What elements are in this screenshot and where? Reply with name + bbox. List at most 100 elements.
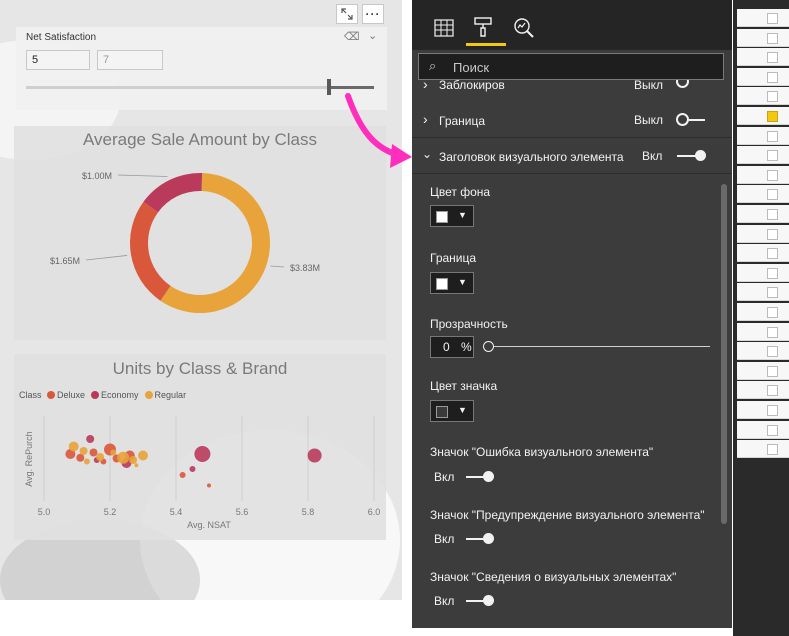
active-tab-indicator: [466, 43, 506, 46]
field-checkbox[interactable]: [767, 111, 778, 122]
field-checkbox[interactable]: [767, 248, 778, 260]
field-checkbox[interactable]: [767, 189, 778, 201]
section-visual-header[interactable]: ⌄ Заголовок визуального элемента Вкл: [412, 138, 732, 174]
field-checkbox[interactable]: [767, 150, 778, 162]
slicer-to-input[interactable]: 7: [103, 54, 109, 66]
field-checkbox[interactable]: [767, 444, 778, 456]
field-row[interactable]: [737, 263, 789, 282]
field-checkbox[interactable]: [767, 267, 778, 279]
field-row[interactable]: [737, 126, 789, 145]
scatter-point[interactable]: [86, 435, 95, 443]
scatter-point[interactable]: [207, 483, 211, 488]
field-row[interactable]: [737, 283, 789, 302]
field-checkbox[interactable]: [767, 365, 778, 377]
search-box[interactable]: ⌕ Поиск: [418, 53, 724, 80]
eraser-icon[interactable]: ⌫: [344, 30, 360, 43]
field-checkbox[interactable]: [767, 228, 778, 240]
search-input[interactable]: Поиск: [453, 60, 489, 75]
fields-icon[interactable]: [434, 18, 454, 43]
field-checkbox[interactable]: [767, 52, 778, 64]
scatter-point[interactable]: [134, 463, 139, 468]
transparency-slider-handle[interactable]: [483, 341, 494, 352]
warning-icon-toggle[interactable]: [483, 533, 494, 544]
field-row[interactable]: [737, 185, 789, 204]
field-row[interactable]: [737, 303, 789, 321]
field-row[interactable]: [737, 244, 789, 263]
analytics-icon[interactable]: [513, 17, 535, 44]
field-checkbox[interactable]: [767, 346, 778, 358]
scatter-point[interactable]: [129, 456, 138, 464]
section-lock[interactable]: › Заблокиров Выкл: [412, 80, 732, 102]
field-row[interactable]: [737, 48, 789, 67]
scatter-point[interactable]: [83, 458, 90, 465]
scatter-point[interactable]: [89, 448, 98, 457]
icon-color-picker[interactable]: ▼: [430, 400, 474, 422]
field-checkbox[interactable]: [767, 71, 778, 83]
transparency-input[interactable]: 0 %: [430, 336, 474, 358]
scatter-point[interactable]: [307, 448, 322, 463]
field-row[interactable]: [737, 401, 789, 419]
field-row[interactable]: [737, 322, 789, 341]
info-icon-toggle[interactable]: [483, 595, 494, 606]
field-row[interactable]: [737, 146, 789, 165]
lock-toggle[interactable]: [676, 80, 689, 88]
scatter-point[interactable]: [138, 450, 148, 461]
field-checkbox[interactable]: [767, 287, 778, 299]
scatter-point[interactable]: [179, 472, 186, 478]
scatter-point[interactable]: [79, 447, 88, 455]
field-checkbox[interactable]: [767, 405, 778, 416]
border-toggle[interactable]: [676, 113, 689, 126]
scatter-point[interactable]: [68, 441, 79, 452]
field-row[interactable]: [737, 9, 789, 27]
field-checkbox[interactable]: [767, 91, 778, 103]
field-row[interactable]: [737, 342, 789, 361]
transparency-slider-track[interactable]: [494, 346, 710, 347]
field-row[interactable]: [737, 107, 789, 125]
scatter-point[interactable]: [194, 446, 211, 462]
x-tick-label: 5.2: [104, 507, 117, 517]
chevron-down-icon[interactable]: ⌄: [368, 29, 377, 42]
field-row[interactable]: [737, 28, 789, 47]
slicer-track[interactable]: [26, 86, 374, 89]
field-row[interactable]: [737, 224, 789, 243]
section-lock-label: Заблокиров: [439, 80, 505, 92]
field-row[interactable]: [737, 205, 789, 223]
visual-header-toggle[interactable]: [695, 150, 706, 161]
field-checkbox[interactable]: [767, 32, 778, 44]
field-row[interactable]: [737, 440, 789, 459]
slicer-from-input[interactable]: 5: [32, 54, 38, 66]
field-checkbox[interactable]: [767, 209, 778, 220]
field-checkbox[interactable]: [767, 385, 778, 397]
format-paint-icon[interactable]: [473, 16, 493, 43]
field-row[interactable]: [737, 361, 789, 380]
scatter-point[interactable]: [117, 451, 130, 464]
scatter-point[interactable]: [96, 453, 105, 461]
transparency-label: Прозрачность: [430, 317, 508, 331]
error-icon-toggle[interactable]: [483, 471, 494, 482]
field-row[interactable]: [737, 165, 789, 184]
field-row[interactable]: [737, 67, 789, 86]
border-color-picker[interactable]: ▼: [430, 272, 474, 294]
focus-mode-icon[interactable]: [336, 4, 358, 24]
field-checkbox[interactable]: [767, 326, 778, 338]
field-checkbox[interactable]: [767, 307, 778, 318]
donut-slice[interactable]: [130, 201, 171, 301]
field-row[interactable]: [737, 87, 789, 106]
field-row[interactable]: [737, 381, 789, 400]
scatter-point[interactable]: [110, 449, 117, 456]
pane-scrollbar[interactable]: [721, 184, 727, 524]
scatter-visual[interactable]: Units by Class & Brand Class Deluxe Econo…: [14, 354, 386, 540]
scatter-point[interactable]: [189, 466, 196, 472]
field-checkbox[interactable]: [767, 130, 778, 142]
section-border-label: Граница: [439, 114, 486, 128]
field-checkbox[interactable]: [767, 169, 778, 181]
field-checkbox[interactable]: [767, 13, 778, 24]
donut-slice[interactable]: [143, 173, 203, 213]
section-border[interactable]: › Граница Выкл: [412, 102, 732, 138]
slicer-title: Net Satisfaction: [26, 32, 97, 43]
field-checkbox[interactable]: [767, 424, 778, 436]
field-row[interactable]: [737, 420, 789, 439]
bg-color-picker[interactable]: ▼: [430, 205, 474, 227]
more-options-icon[interactable]: ···: [362, 4, 384, 24]
donut-leader-line: [85, 255, 128, 261]
